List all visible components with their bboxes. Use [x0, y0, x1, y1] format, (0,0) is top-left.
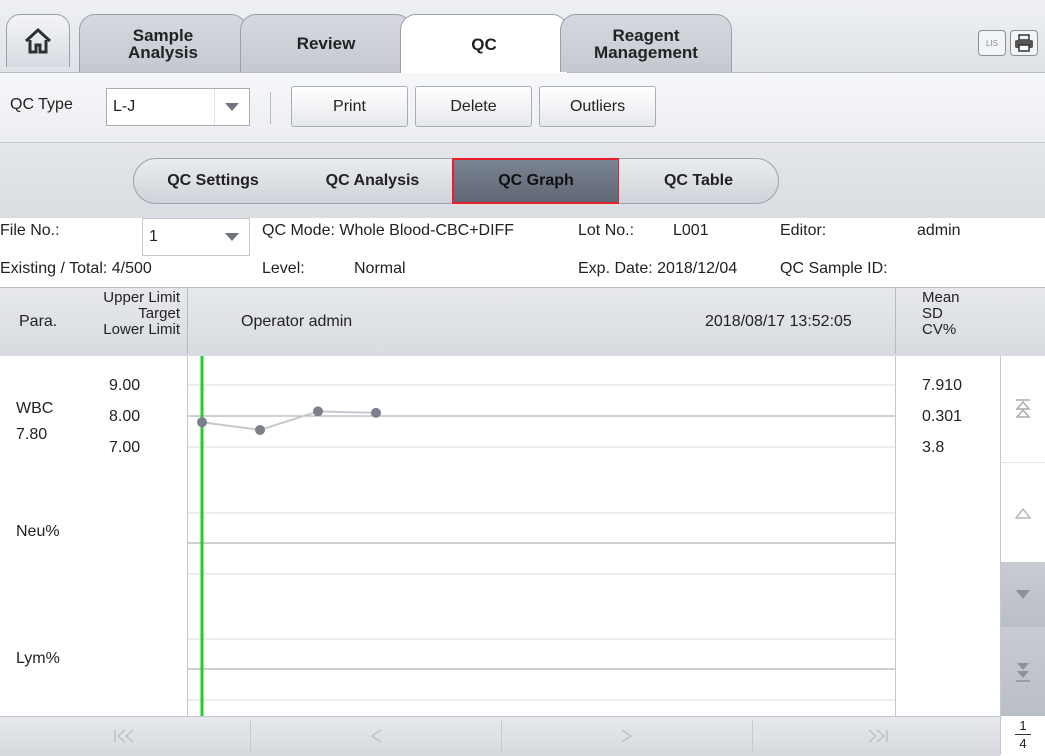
last-page-icon	[868, 729, 888, 742]
tab-review[interactable]: Review	[240, 14, 412, 72]
row-wbc-target: 8.00	[109, 408, 141, 425]
row-wbc-name: WBC	[16, 400, 54, 417]
fraction-bar	[1015, 734, 1031, 735]
qc-plot	[188, 356, 895, 716]
existing-total: Existing / Total: 4/500	[0, 260, 152, 277]
lot-no-value: L001	[673, 222, 709, 239]
qc-type-value: L-J	[113, 98, 136, 115]
row-wbc-value: 7.80	[16, 426, 48, 443]
lis-text: LIS	[985, 38, 998, 48]
tab-reagent-management[interactable]: Reagent Management	[560, 14, 732, 72]
row-wbc-upper: 9.00	[109, 377, 141, 394]
row-neu-name: Neu%	[16, 523, 60, 540]
tab-label-line2: Analysis	[128, 42, 198, 62]
first-page-button[interactable]	[0, 716, 250, 755]
header-divider	[187, 288, 188, 354]
qc-type-label: QC Type	[10, 96, 73, 113]
tab-qc-graph[interactable]: QC Graph	[452, 158, 620, 204]
level-value: Normal	[354, 260, 406, 277]
qc-type-select[interactable]: L-J	[106, 88, 250, 126]
exp-date: Exp. Date: 2018/12/04	[578, 260, 738, 277]
qc-sample-id-label: QC Sample ID:	[780, 260, 888, 277]
first-page-icon	[114, 729, 134, 742]
data-point[interactable]	[255, 424, 265, 435]
row-wbc-lower: 7.00	[109, 439, 141, 456]
tab-label-line2: Management	[594, 42, 698, 62]
tab-qc-settings[interactable]: QC Settings	[133, 158, 293, 204]
row-wbc-sd: 0.301	[922, 408, 963, 425]
down-arrow-icon	[1016, 589, 1030, 599]
chevron-down-icon[interactable]	[215, 219, 249, 255]
data-point[interactable]	[197, 417, 207, 428]
page-indicator: 1 4	[1000, 716, 1045, 755]
series-line	[201, 410, 377, 431]
mean-header: Mean	[922, 289, 960, 306]
scroll-up-button[interactable]	[1000, 462, 1045, 562]
editor-label: Editor:	[780, 222, 827, 239]
last-page-button[interactable]	[753, 716, 1000, 755]
cv-header: CV%	[922, 321, 957, 338]
scroll-down-button[interactable]	[1000, 562, 1045, 627]
up-arrow-icon	[1015, 507, 1031, 519]
scroll-top-button[interactable]	[1000, 356, 1045, 462]
gridlines	[188, 384, 895, 701]
header-divider	[895, 288, 896, 354]
tab-qc-table[interactable]: QC Table	[619, 158, 779, 204]
operator-label: Operator admin	[241, 313, 353, 330]
file-no-select[interactable]: 1	[142, 218, 250, 256]
printer-button[interactable]	[1010, 30, 1038, 56]
lis-icon[interactable]: LIS	[978, 30, 1006, 56]
tab-sample-analysis[interactable]: Sample Analysis	[79, 14, 247, 72]
row-wbc-mean: 7.910	[922, 377, 963, 394]
next-icon	[621, 728, 633, 743]
page-total: 4	[1019, 736, 1027, 751]
home-icon	[24, 27, 52, 54]
prev-icon	[370, 728, 382, 743]
data-point[interactable]	[313, 406, 323, 417]
level-label: Level:	[262, 260, 305, 277]
scroll-bottom-button[interactable]	[1000, 627, 1045, 716]
tab-label-line1: Sample	[132, 25, 194, 45]
column-divider	[895, 356, 896, 716]
para-header: Para.	[19, 313, 58, 330]
data-point[interactable]	[371, 407, 381, 418]
outliers-button[interactable]: Outliers	[539, 86, 656, 127]
graph-datetime: 2018/08/17 13:52:05	[705, 313, 852, 330]
next-page-button[interactable]	[502, 716, 752, 755]
toolbar-divider	[270, 92, 271, 124]
print-button[interactable]: Print	[291, 86, 408, 127]
double-up-icon	[1015, 399, 1031, 418]
lower-limit-header: Lower Limit	[103, 321, 180, 338]
row-lym-name: Lym%	[16, 650, 60, 667]
editor-value: admin	[917, 222, 961, 239]
file-no-label: File No.:	[0, 222, 60, 239]
chevron-down-icon[interactable]	[214, 89, 249, 125]
printer-icon	[1015, 34, 1033, 52]
double-down-icon	[1016, 662, 1030, 682]
tab-label: QC	[471, 35, 497, 54]
delete-button[interactable]: Delete	[415, 86, 532, 127]
target-header: Target	[138, 305, 180, 322]
prev-page-button[interactable]	[251, 716, 501, 755]
file-no-value: 1	[149, 228, 158, 245]
row-wbc-cv: 3.8	[922, 439, 945, 456]
sd-header: SD	[922, 305, 943, 322]
tab-label: Review	[296, 34, 356, 53]
lot-no-label: Lot No.:	[578, 222, 635, 239]
qc-mode: QC Mode: Whole Blood-CBC+DIFF	[262, 222, 515, 239]
tab-qc-analysis[interactable]: QC Analysis	[292, 158, 454, 204]
tab-label-line1: Reagent	[612, 25, 680, 45]
upper-limit-header: Upper Limit	[103, 289, 180, 306]
page-current: 1	[1019, 718, 1027, 733]
wbc-series	[197, 406, 381, 435]
home-button[interactable]	[6, 14, 70, 67]
tab-qc[interactable]: QC	[400, 14, 568, 74]
